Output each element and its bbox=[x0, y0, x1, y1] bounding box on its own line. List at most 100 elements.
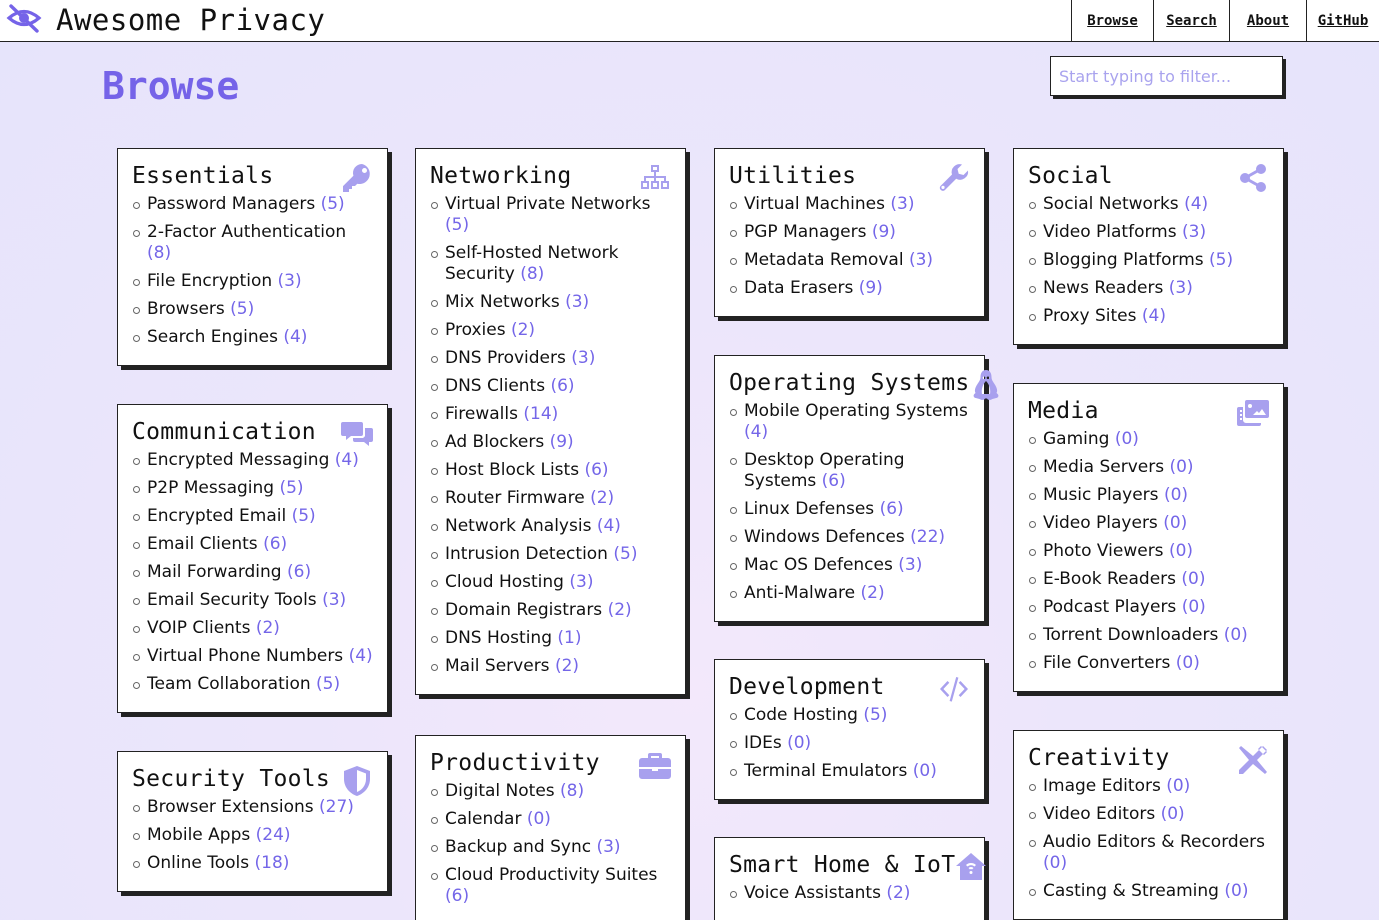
category-list-item[interactable]: Encrypted Email (5) bbox=[132, 506, 373, 527]
category-list-item[interactable]: Virtual Private Networks (5) bbox=[430, 194, 671, 236]
category-item-label[interactable]: Music Players bbox=[1043, 485, 1159, 505]
card-title[interactable]: Security Tools bbox=[132, 765, 330, 793]
category-item-label[interactable]: Network Analysis bbox=[445, 516, 591, 536]
category-list-item[interactable]: Desktop Operating Systems (6) bbox=[729, 450, 970, 492]
category-item-label[interactable]: Mobile Operating Systems bbox=[744, 401, 968, 421]
category-item-label[interactable]: Proxy Sites bbox=[1043, 306, 1136, 326]
category-item-label[interactable]: News Readers bbox=[1043, 278, 1163, 298]
nav-link-browse[interactable]: Browse bbox=[1071, 0, 1153, 42]
category-list-item[interactable]: Host Block Lists (6) bbox=[430, 460, 671, 481]
category-item-label[interactable]: File Converters bbox=[1043, 653, 1170, 673]
category-list-item[interactable]: File Converters (0) bbox=[1028, 653, 1269, 674]
category-list-item[interactable]: Digital Notes (8) bbox=[430, 781, 671, 802]
category-list-item[interactable]: Mail Servers (2) bbox=[430, 656, 671, 677]
category-item-label[interactable]: Cloud Productivity Suites bbox=[445, 865, 657, 885]
category-list-item[interactable]: DNS Clients (6) bbox=[430, 376, 671, 397]
category-item-label[interactable]: Encrypted Messaging bbox=[147, 450, 329, 470]
category-item-label[interactable]: Voice Assistants bbox=[744, 883, 881, 903]
category-item-label[interactable]: Intrusion Detection bbox=[445, 544, 608, 564]
category-item-label[interactable]: DNS Clients bbox=[445, 376, 545, 396]
category-list-item[interactable]: Encrypted Messaging (4) bbox=[132, 450, 373, 471]
category-item-label[interactable]: Code Hosting bbox=[744, 705, 858, 725]
category-item-label[interactable]: Email Security Tools bbox=[147, 590, 317, 610]
card-title[interactable]: Networking bbox=[430, 162, 571, 190]
category-item-label[interactable]: VOIP Clients bbox=[147, 618, 250, 638]
category-item-label[interactable]: Cloud Hosting bbox=[445, 572, 564, 592]
card-title[interactable]: Productivity bbox=[430, 749, 600, 777]
category-item-label[interactable]: E-Book Readers bbox=[1043, 569, 1176, 589]
category-item-label[interactable]: Terminal Emulators bbox=[744, 761, 907, 781]
category-item-label[interactable]: Encrypted Email bbox=[147, 506, 286, 526]
category-list-item[interactable]: Browser Extensions (27) bbox=[132, 797, 373, 818]
category-item-label[interactable]: File Encryption bbox=[147, 271, 272, 291]
category-item-label[interactable]: Search Engines bbox=[147, 327, 278, 347]
card-title[interactable]: Utilities bbox=[729, 162, 856, 190]
category-list-item[interactable]: Email Clients (6) bbox=[132, 534, 373, 555]
category-list-item[interactable]: Team Collaboration (5) bbox=[132, 674, 373, 695]
category-item-label[interactable]: Backup and Sync bbox=[445, 837, 591, 857]
category-list-item[interactable]: Search Engines (4) bbox=[132, 327, 373, 348]
category-list-item[interactable]: Data Erasers (9) bbox=[729, 278, 970, 299]
category-item-label[interactable]: Router Firmware bbox=[445, 488, 585, 508]
category-item-label[interactable]: Casting & Streaming bbox=[1043, 881, 1219, 901]
card-title[interactable]: Operating Systems bbox=[729, 369, 970, 397]
category-list-item[interactable]: Mail Forwarding (6) bbox=[132, 562, 373, 583]
category-list-item[interactable]: Code Hosting (5) bbox=[729, 705, 970, 726]
category-list-item[interactable]: File Encryption (3) bbox=[132, 271, 373, 292]
category-list-item[interactable]: PGP Managers (9) bbox=[729, 222, 970, 243]
category-item-label[interactable]: Photo Viewers bbox=[1043, 541, 1164, 561]
category-item-label[interactable]: Email Clients bbox=[147, 534, 258, 554]
category-list-item[interactable]: VOIP Clients (2) bbox=[132, 618, 373, 639]
category-list-item[interactable]: News Readers (3) bbox=[1028, 278, 1269, 299]
category-list-item[interactable]: Cloud Hosting (3) bbox=[430, 572, 671, 593]
category-item-label[interactable]: Gaming bbox=[1043, 429, 1109, 449]
category-item-label[interactable]: Domain Registrars bbox=[445, 600, 602, 620]
category-list-item[interactable]: Anti-Malware (2) bbox=[729, 583, 970, 604]
category-item-label[interactable]: Metadata Removal bbox=[744, 250, 904, 270]
category-item-label[interactable]: Calendar bbox=[445, 809, 521, 829]
category-item-label[interactable]: Ad Blockers bbox=[445, 432, 544, 452]
category-list-item[interactable]: Social Networks (4) bbox=[1028, 194, 1269, 215]
category-list-item[interactable]: Calendar (0) bbox=[430, 809, 671, 830]
category-list-item[interactable]: Virtual Machines (3) bbox=[729, 194, 970, 215]
category-item-label[interactable]: Virtual Machines bbox=[744, 194, 885, 214]
category-item-label[interactable]: Windows Defences bbox=[744, 527, 905, 547]
category-item-label[interactable]: Data Erasers bbox=[744, 278, 853, 298]
category-list-item[interactable]: Podcast Players (0) bbox=[1028, 597, 1269, 618]
category-list-item[interactable]: 2-Factor Authentication (8) bbox=[132, 222, 373, 264]
category-list-item[interactable]: Video Editors (0) bbox=[1028, 804, 1269, 825]
category-list-item[interactable]: Audio Editors & Recorders (0) bbox=[1028, 832, 1269, 874]
category-list-item[interactable]: Media Servers (0) bbox=[1028, 457, 1269, 478]
category-list-item[interactable]: Virtual Phone Numbers (4) bbox=[132, 646, 373, 667]
category-list-item[interactable]: Network Analysis (4) bbox=[430, 516, 671, 537]
category-list-item[interactable]: Online Tools (18) bbox=[132, 853, 373, 874]
nav-link-search[interactable]: Search bbox=[1153, 0, 1229, 42]
brand[interactable]: Awesome Privacy bbox=[6, 2, 325, 38]
category-list-item[interactable]: Mobile Operating Systems (4) bbox=[729, 401, 970, 443]
category-list-item[interactable]: Image Editors (0) bbox=[1028, 776, 1269, 797]
category-list-item[interactable]: Torrent Downloaders (0) bbox=[1028, 625, 1269, 646]
category-list-item[interactable]: Windows Defences (22) bbox=[729, 527, 970, 548]
category-item-label[interactable]: IDEs bbox=[744, 733, 782, 753]
category-list-item[interactable]: Domain Registrars (2) bbox=[430, 600, 671, 621]
category-list-item[interactable]: Music Players (0) bbox=[1028, 485, 1269, 506]
category-item-label[interactable]: DNS Hosting bbox=[445, 628, 552, 648]
category-item-label[interactable]: DNS Providers bbox=[445, 348, 566, 368]
category-list-item[interactable]: Router Firmware (2) bbox=[430, 488, 671, 509]
category-list-item[interactable]: E-Book Readers (0) bbox=[1028, 569, 1269, 590]
category-list-item[interactable]: Gaming (0) bbox=[1028, 429, 1269, 450]
category-item-label[interactable]: Linux Defenses bbox=[744, 499, 874, 519]
category-item-label[interactable]: Virtual Phone Numbers bbox=[147, 646, 343, 666]
category-item-label[interactable]: Browser Extensions bbox=[147, 797, 314, 817]
category-list-item[interactable]: Casting & Streaming (0) bbox=[1028, 881, 1269, 902]
card-title[interactable]: Essentials bbox=[132, 162, 273, 190]
category-item-label[interactable]: Audio Editors & Recorders bbox=[1043, 832, 1265, 852]
category-item-label[interactable]: Virtual Private Networks bbox=[445, 194, 650, 214]
card-title[interactable]: Creativity bbox=[1028, 744, 1169, 772]
category-item-label[interactable]: Blogging Platforms bbox=[1043, 250, 1204, 270]
category-item-label[interactable]: Firewalls bbox=[445, 404, 518, 424]
category-item-label[interactable]: Podcast Players bbox=[1043, 597, 1176, 617]
category-item-label[interactable]: Proxies bbox=[445, 320, 506, 340]
category-item-label[interactable]: Video Editors bbox=[1043, 804, 1155, 824]
category-item-label[interactable]: Browsers bbox=[147, 299, 225, 319]
